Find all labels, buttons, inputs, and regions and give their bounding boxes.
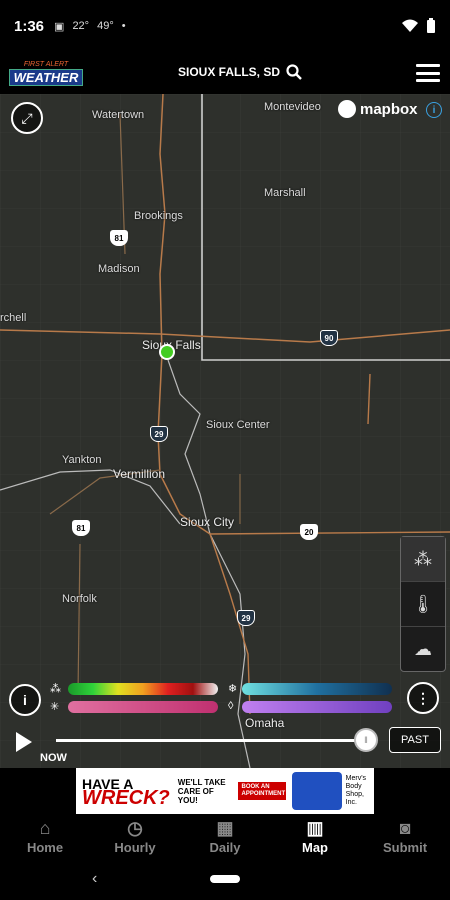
tab-label: Map [302, 839, 328, 855]
mix-legend-icon: ✳ [50, 701, 60, 713]
map-icon: ▥ [306, 817, 324, 838]
logo-small-text: FIRST ALERT [23, 60, 69, 68]
city-label: Marshall [264, 187, 306, 199]
bottom-nav: ⌂ Home ◷ Hourly ▦ Daily ▥ Map ◙ Submit [0, 814, 450, 858]
city-label: rchell [0, 312, 27, 324]
temperature-layer-icon[interactable]: 🌡 [401, 582, 445, 627]
city-label: Yankton [62, 454, 102, 466]
status-time: 1:36 [14, 17, 45, 35]
ice-legend-icon: ◊ [228, 700, 234, 712]
highway-shield: 29 [237, 610, 255, 626]
clock-icon: ◷ [127, 817, 143, 838]
app-logo[interactable]: FIRST ALERT WEATHER [8, 60, 84, 86]
city-label: Sioux Center [206, 419, 270, 431]
snow-legend-bar [242, 683, 392, 695]
ad-brand: Merv's Body Shop, Inc. [345, 775, 367, 806]
snow-legend-icon: ❄ [228, 683, 238, 695]
dot-icon: • [121, 20, 126, 32]
play-icon[interactable] [16, 732, 32, 752]
calendar-icon: ▦ [216, 817, 234, 838]
tab-home[interactable]: ⌂ Home [0, 814, 90, 858]
app-header: FIRST ALERT WEATHER SIOUX FALLS, SD [0, 52, 450, 94]
cloud-layer-icon[interactable]: ☁ [401, 627, 445, 671]
city-label: Sioux City [180, 515, 235, 529]
location-label: SIOUX FALLS, SD [178, 65, 281, 79]
back-icon[interactable]: ‹ [92, 870, 97, 888]
tab-map[interactable]: ▥ Map [270, 814, 360, 858]
ad-tagline: WE'LL TAKE CARE OF YOU! [177, 777, 226, 805]
city-label: Madison [98, 263, 140, 275]
info-icon[interactable]: i [426, 102, 442, 118]
user-location-marker[interactable] [159, 344, 175, 360]
city-label: Brookings [134, 210, 183, 222]
status-bar: 1:36 ▣ 22° 49° • [0, 0, 450, 52]
ad-line-2: WRECK? [82, 787, 170, 809]
ad-banner[interactable]: HAVE A WRECK? WE'LL TAKE CARE OF YOU! BO… [76, 768, 374, 814]
highway-shield: 29 [150, 426, 168, 442]
tab-hourly[interactable]: ◷ Hourly [90, 814, 180, 858]
precipitation-layer-icon[interactable]: ⁂ [401, 537, 445, 582]
ad-cta: BOOK AN APPOINTMENT [238, 782, 287, 800]
location-search[interactable]: SIOUX FALLS, SD [178, 64, 302, 80]
highway-shield: 20 [300, 524, 318, 540]
logo-big-text: WEATHER [8, 68, 84, 86]
layer-selector: ⁂ 🌡 ☁ [400, 536, 446, 672]
past-button[interactable]: PAST [389, 727, 441, 753]
status-icons: ▣ 22° 49° • [54, 20, 126, 33]
status-temp-2: 49° [97, 20, 114, 32]
wifi-icon [402, 19, 418, 32]
ad-logo-image [292, 772, 342, 810]
search-icon[interactable] [286, 64, 302, 80]
playback-controls: ‖ NOW PAST [0, 724, 450, 768]
home-icon: ⌂ [39, 817, 51, 838]
tab-label: Daily [209, 839, 241, 855]
highway-shield: 90 [320, 330, 338, 346]
tab-label: Hourly [114, 839, 156, 855]
map-base-layer [0, 94, 450, 768]
now-label: NOW [40, 752, 67, 764]
tab-submit[interactable]: ◙ Submit [360, 814, 450, 858]
menu-icon[interactable] [416, 64, 440, 82]
status-right [402, 18, 436, 34]
fullscreen-icon[interactable]: ⤢ [11, 102, 43, 134]
ice-legend-bar [242, 701, 392, 713]
status-temp: 22° [72, 20, 90, 32]
city-label: Vermillion [113, 467, 166, 481]
mapbox-text: mapbox [360, 100, 418, 118]
highway-shield: 81 [72, 520, 90, 536]
timeline-slider-handle[interactable]: ‖ [354, 728, 378, 752]
timeline-track[interactable] [56, 739, 366, 742]
gallery-icon: ▣ [54, 20, 65, 33]
ad-headline: HAVE A WRECK? [82, 777, 170, 809]
battery-icon [427, 18, 435, 33]
tab-label: Submit [382, 839, 428, 855]
rain-legend-icon: ⁂ [50, 683, 61, 695]
city-label: Watertown [92, 109, 145, 121]
rain-legend-bar [68, 683, 218, 695]
radar-map[interactable]: Watertown Brookings Madison Sioux Falls … [0, 94, 450, 768]
legend-info-icon[interactable]: i [9, 684, 41, 716]
mapbox-attribution[interactable]: mapbox [338, 100, 418, 118]
highway-shield: 81 [110, 230, 128, 246]
camera-icon: ◙ [399, 817, 411, 838]
home-pill[interactable] [210, 875, 240, 883]
city-label: Montevideo [264, 101, 321, 113]
tab-daily[interactable]: ▦ Daily [180, 814, 270, 858]
city-label: Norfolk [62, 593, 97, 605]
mapbox-logo-icon [338, 100, 356, 118]
more-options-icon[interactable]: ⋮ [407, 682, 439, 714]
tab-label: Home [26, 839, 64, 855]
mix-legend-bar [68, 701, 218, 713]
system-nav-bar: ‹ [0, 858, 450, 900]
